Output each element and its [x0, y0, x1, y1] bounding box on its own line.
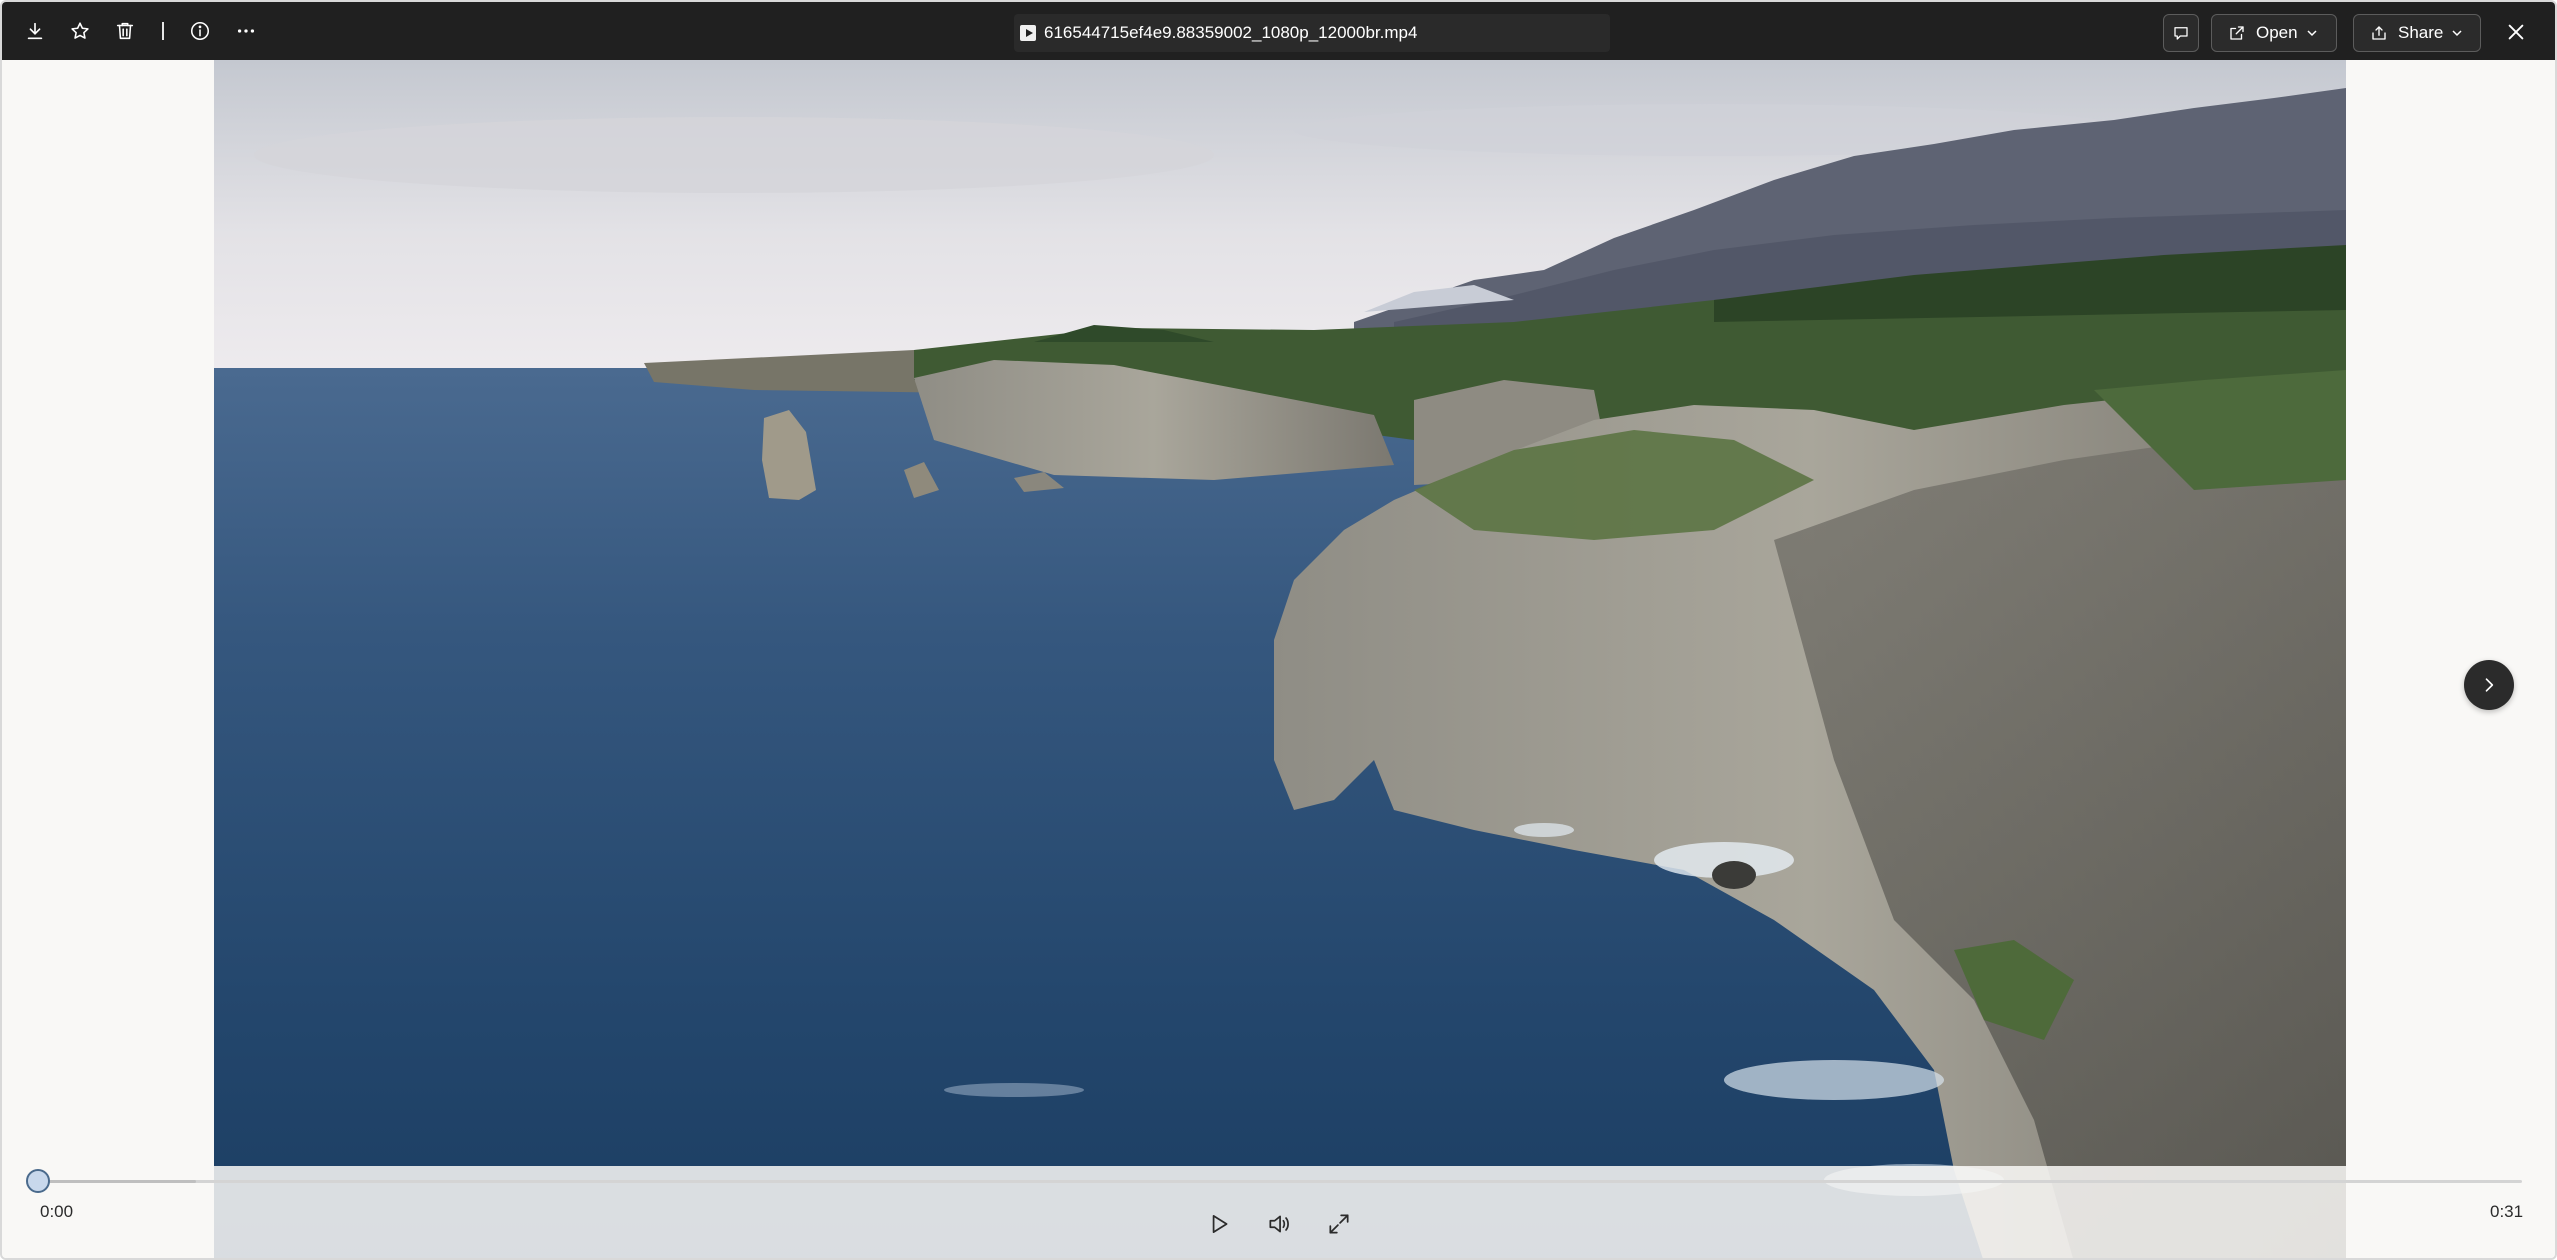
seek-buffered-range	[40, 1180, 197, 1183]
next-item-button[interactable]	[2464, 660, 2514, 710]
open-label: Open	[2256, 23, 2298, 42]
comment-button[interactable]	[2163, 14, 2199, 52]
close-button[interactable]	[2502, 18, 2530, 46]
play-icon	[1212, 1215, 1228, 1233]
star-icon[interactable]	[67, 18, 93, 44]
top-toolbar: 616544715ef4e9.88359002_1080p_12000br.mp…	[2, 2, 2555, 60]
video-file-icon	[1020, 25, 1036, 41]
share-label: Share	[2398, 23, 2444, 42]
toolbar-separator	[162, 22, 164, 40]
share-button[interactable]: Share	[2353, 14, 2481, 52]
close-icon	[2508, 24, 2524, 40]
open-external-icon	[2230, 26, 2244, 40]
current-time: 0:00	[40, 1202, 74, 1221]
seek-thumb[interactable]	[26, 1169, 50, 1193]
file-viewer-window: 616544715ef4e9.88359002_1080p_12000br.mp…	[0, 0, 2557, 1260]
share-icon	[2372, 26, 2386, 40]
filename-text: 616544715ef4e9.88359002_1080p_12000br.mp…	[1044, 23, 1418, 42]
chevron-down-icon	[2307, 30, 2317, 37]
chevron-down-icon	[2452, 30, 2462, 37]
info-icon[interactable]	[187, 18, 213, 44]
video-still-image	[214, 60, 2346, 1258]
volume-button[interactable]	[1261, 1206, 1297, 1242]
more-icon[interactable]	[233, 18, 259, 44]
open-button[interactable]: Open	[2211, 14, 2337, 52]
chevron-right-icon	[2485, 678, 2494, 692]
download-icon[interactable]	[22, 18, 48, 44]
volume-icon	[1269, 1215, 1289, 1233]
play-button[interactable]	[1201, 1206, 1237, 1242]
filename-display: 616544715ef4e9.88359002_1080p_12000br.mp…	[1014, 14, 1610, 52]
video-frame[interactable]	[214, 60, 2346, 1258]
fullscreen-icon	[1329, 1214, 1349, 1234]
comment-icon	[2174, 27, 2188, 40]
player-controls: 0:00 0:31	[2, 1166, 2555, 1258]
fullscreen-button[interactable]	[1321, 1206, 1357, 1242]
trash-icon[interactable]	[112, 18, 138, 44]
seek-bar[interactable]	[40, 1180, 2522, 1183]
duration-time: 0:31	[2490, 1202, 2524, 1221]
